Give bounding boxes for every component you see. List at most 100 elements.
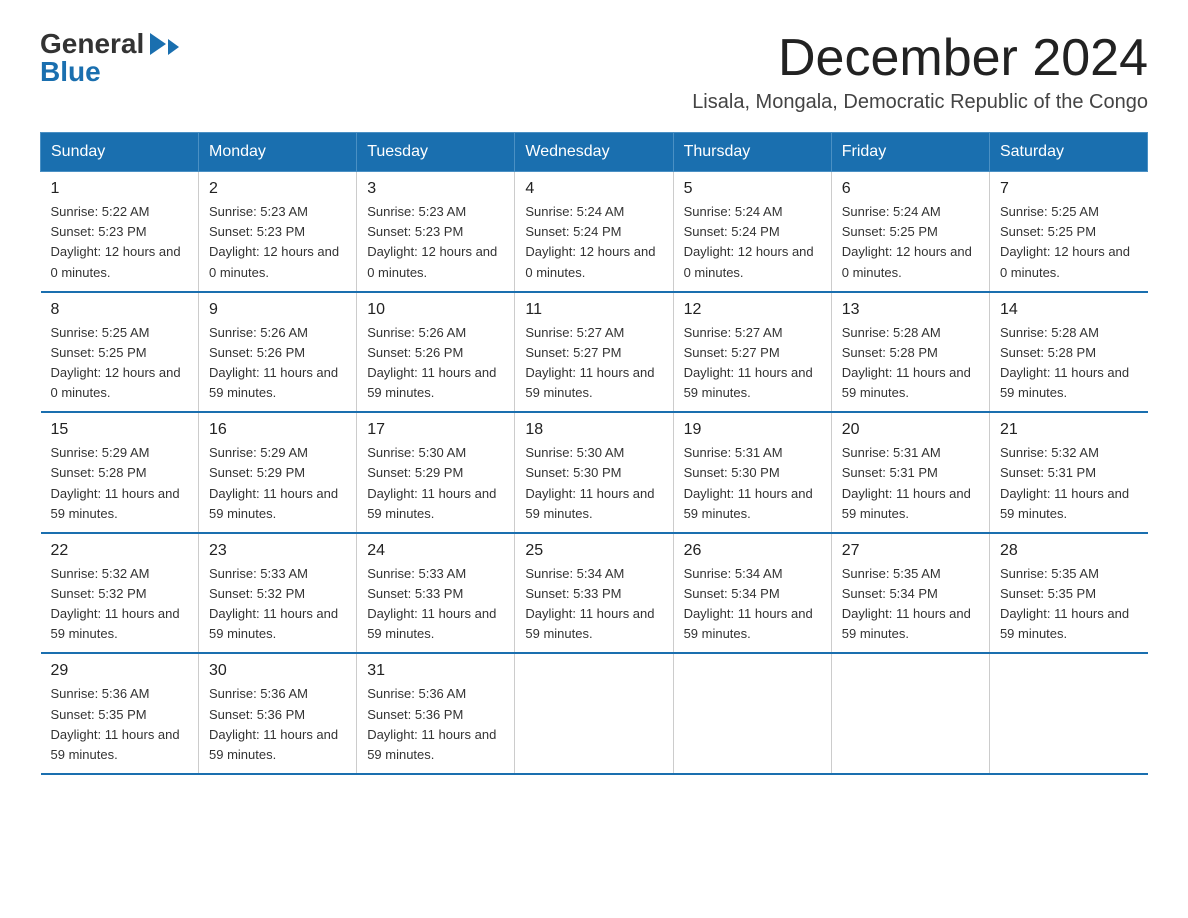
day-number: 6 xyxy=(842,180,979,198)
day-number: 7 xyxy=(1000,180,1138,198)
calendar-cell: 6 Sunrise: 5:24 AMSunset: 5:25 PMDayligh… xyxy=(831,172,989,292)
calendar-cell: 21 Sunrise: 5:32 AMSunset: 5:31 PMDaylig… xyxy=(989,412,1147,533)
day-number: 16 xyxy=(209,421,346,439)
day-info: Sunrise: 5:23 AMSunset: 5:23 PMDaylight:… xyxy=(209,204,339,279)
calendar-cell: 30 Sunrise: 5:36 AMSunset: 5:36 PMDaylig… xyxy=(199,653,357,774)
day-info: Sunrise: 5:27 AMSunset: 5:27 PMDaylight:… xyxy=(684,325,813,400)
day-info: Sunrise: 5:29 AMSunset: 5:28 PMDaylight:… xyxy=(51,445,180,520)
day-info: Sunrise: 5:23 AMSunset: 5:23 PMDaylight:… xyxy=(367,204,497,279)
day-info: Sunrise: 5:24 AMSunset: 5:24 PMDaylight:… xyxy=(525,204,655,279)
calendar-cell: 26 Sunrise: 5:34 AMSunset: 5:34 PMDaylig… xyxy=(673,533,831,654)
day-number: 10 xyxy=(367,301,504,319)
header-sunday: Sunday xyxy=(41,133,199,172)
day-number: 31 xyxy=(367,662,504,680)
day-info: Sunrise: 5:34 AMSunset: 5:34 PMDaylight:… xyxy=(684,566,813,641)
calendar-cell xyxy=(673,653,831,774)
day-number: 11 xyxy=(525,301,662,319)
day-info: Sunrise: 5:33 AMSunset: 5:33 PMDaylight:… xyxy=(367,566,496,641)
calendar-cell: 19 Sunrise: 5:31 AMSunset: 5:30 PMDaylig… xyxy=(673,412,831,533)
day-info: Sunrise: 5:28 AMSunset: 5:28 PMDaylight:… xyxy=(1000,325,1129,400)
month-title: December 2024 xyxy=(692,30,1148,87)
calendar-cell: 15 Sunrise: 5:29 AMSunset: 5:28 PMDaylig… xyxy=(41,412,199,533)
day-info: Sunrise: 5:26 AMSunset: 5:26 PMDaylight:… xyxy=(367,325,496,400)
day-info: Sunrise: 5:24 AMSunset: 5:25 PMDaylight:… xyxy=(842,204,972,279)
day-number: 17 xyxy=(367,421,504,439)
day-number: 21 xyxy=(1000,421,1138,439)
calendar-cell: 14 Sunrise: 5:28 AMSunset: 5:28 PMDaylig… xyxy=(989,292,1147,413)
calendar-cell: 18 Sunrise: 5:30 AMSunset: 5:30 PMDaylig… xyxy=(515,412,673,533)
day-info: Sunrise: 5:34 AMSunset: 5:33 PMDaylight:… xyxy=(525,566,654,641)
calendar-cell: 27 Sunrise: 5:35 AMSunset: 5:34 PMDaylig… xyxy=(831,533,989,654)
day-info: Sunrise: 5:24 AMSunset: 5:24 PMDaylight:… xyxy=(684,204,814,279)
calendar-cell: 5 Sunrise: 5:24 AMSunset: 5:24 PMDayligh… xyxy=(673,172,831,292)
day-number: 19 xyxy=(684,421,821,439)
calendar-header-row: SundayMondayTuesdayWednesdayThursdayFrid… xyxy=(41,133,1148,172)
calendar-cell: 23 Sunrise: 5:33 AMSunset: 5:32 PMDaylig… xyxy=(199,533,357,654)
calendar-cell: 2 Sunrise: 5:23 AMSunset: 5:23 PMDayligh… xyxy=(199,172,357,292)
day-number: 15 xyxy=(51,421,189,439)
calendar-cell: 16 Sunrise: 5:29 AMSunset: 5:29 PMDaylig… xyxy=(199,412,357,533)
logo: General Blue xyxy=(40,30,179,86)
week-row-1: 1 Sunrise: 5:22 AMSunset: 5:23 PMDayligh… xyxy=(41,172,1148,292)
calendar-cell xyxy=(515,653,673,774)
calendar-cell: 10 Sunrise: 5:26 AMSunset: 5:26 PMDaylig… xyxy=(357,292,515,413)
day-number: 1 xyxy=(51,180,189,198)
logo-general-text: General xyxy=(40,30,144,58)
location-title: Lisala, Mongala, Democratic Republic of … xyxy=(692,91,1148,114)
day-number: 26 xyxy=(684,542,821,560)
calendar-cell: 7 Sunrise: 5:25 AMSunset: 5:25 PMDayligh… xyxy=(989,172,1147,292)
calendar-cell: 4 Sunrise: 5:24 AMSunset: 5:24 PMDayligh… xyxy=(515,172,673,292)
day-number: 9 xyxy=(209,301,346,319)
day-number: 24 xyxy=(367,542,504,560)
calendar-cell: 8 Sunrise: 5:25 AMSunset: 5:25 PMDayligh… xyxy=(41,292,199,413)
day-number: 30 xyxy=(209,662,346,680)
calendar-cell: 9 Sunrise: 5:26 AMSunset: 5:26 PMDayligh… xyxy=(199,292,357,413)
day-info: Sunrise: 5:30 AMSunset: 5:30 PMDaylight:… xyxy=(525,445,654,520)
calendar-cell: 20 Sunrise: 5:31 AMSunset: 5:31 PMDaylig… xyxy=(831,412,989,533)
calendar-cell xyxy=(989,653,1147,774)
calendar-cell: 12 Sunrise: 5:27 AMSunset: 5:27 PMDaylig… xyxy=(673,292,831,413)
calendar-cell: 3 Sunrise: 5:23 AMSunset: 5:23 PMDayligh… xyxy=(357,172,515,292)
day-info: Sunrise: 5:35 AMSunset: 5:35 PMDaylight:… xyxy=(1000,566,1129,641)
day-info: Sunrise: 5:28 AMSunset: 5:28 PMDaylight:… xyxy=(842,325,971,400)
logo-blue-text: Blue xyxy=(40,58,101,86)
calendar-cell: 17 Sunrise: 5:30 AMSunset: 5:29 PMDaylig… xyxy=(357,412,515,533)
day-info: Sunrise: 5:35 AMSunset: 5:34 PMDaylight:… xyxy=(842,566,971,641)
day-number: 20 xyxy=(842,421,979,439)
week-row-2: 8 Sunrise: 5:25 AMSunset: 5:25 PMDayligh… xyxy=(41,292,1148,413)
day-number: 13 xyxy=(842,301,979,319)
day-number: 14 xyxy=(1000,301,1138,319)
day-number: 5 xyxy=(684,180,821,198)
day-number: 4 xyxy=(525,180,662,198)
day-info: Sunrise: 5:33 AMSunset: 5:32 PMDaylight:… xyxy=(209,566,338,641)
week-row-3: 15 Sunrise: 5:29 AMSunset: 5:28 PMDaylig… xyxy=(41,412,1148,533)
day-number: 29 xyxy=(51,662,189,680)
title-block: December 2024 Lisala, Mongala, Democrati… xyxy=(692,30,1148,114)
page-header: General Blue December 2024 Lisala, Monga… xyxy=(40,30,1148,114)
calendar-cell: 25 Sunrise: 5:34 AMSunset: 5:33 PMDaylig… xyxy=(515,533,673,654)
calendar-cell xyxy=(831,653,989,774)
day-number: 23 xyxy=(209,542,346,560)
day-number: 2 xyxy=(209,180,346,198)
day-info: Sunrise: 5:36 AMSunset: 5:35 PMDaylight:… xyxy=(51,686,180,761)
week-row-5: 29 Sunrise: 5:36 AMSunset: 5:35 PMDaylig… xyxy=(41,653,1148,774)
calendar-cell: 1 Sunrise: 5:22 AMSunset: 5:23 PMDayligh… xyxy=(41,172,199,292)
calendar-cell: 28 Sunrise: 5:35 AMSunset: 5:35 PMDaylig… xyxy=(989,533,1147,654)
calendar-cell: 13 Sunrise: 5:28 AMSunset: 5:28 PMDaylig… xyxy=(831,292,989,413)
day-info: Sunrise: 5:22 AMSunset: 5:23 PMDaylight:… xyxy=(51,204,181,279)
day-info: Sunrise: 5:31 AMSunset: 5:30 PMDaylight:… xyxy=(684,445,813,520)
day-info: Sunrise: 5:36 AMSunset: 5:36 PMDaylight:… xyxy=(367,686,496,761)
day-number: 18 xyxy=(525,421,662,439)
day-info: Sunrise: 5:26 AMSunset: 5:26 PMDaylight:… xyxy=(209,325,338,400)
calendar-cell: 31 Sunrise: 5:36 AMSunset: 5:36 PMDaylig… xyxy=(357,653,515,774)
header-friday: Friday xyxy=(831,133,989,172)
day-number: 22 xyxy=(51,542,189,560)
header-wednesday: Wednesday xyxy=(515,133,673,172)
day-info: Sunrise: 5:29 AMSunset: 5:29 PMDaylight:… xyxy=(209,445,338,520)
day-info: Sunrise: 5:36 AMSunset: 5:36 PMDaylight:… xyxy=(209,686,338,761)
header-tuesday: Tuesday xyxy=(357,133,515,172)
calendar-table: SundayMondayTuesdayWednesdayThursdayFrid… xyxy=(40,132,1148,775)
day-number: 25 xyxy=(525,542,662,560)
calendar-cell: 24 Sunrise: 5:33 AMSunset: 5:33 PMDaylig… xyxy=(357,533,515,654)
calendar-cell: 11 Sunrise: 5:27 AMSunset: 5:27 PMDaylig… xyxy=(515,292,673,413)
